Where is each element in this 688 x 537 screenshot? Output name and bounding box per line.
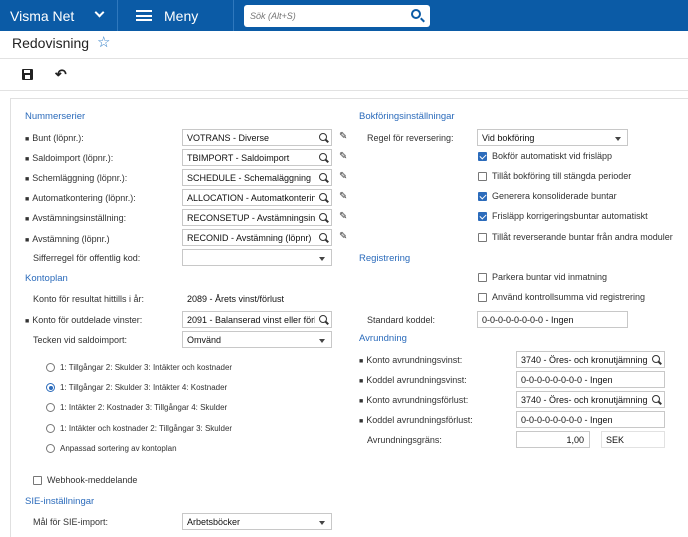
lookup-icon[interactable] [319, 315, 327, 323]
sifferregel-select[interactable] [182, 249, 332, 266]
chevron-down-icon [94, 7, 105, 18]
lookup-icon[interactable] [319, 173, 327, 181]
mal-sie-select[interactable]: Arbetsböcker [182, 513, 332, 530]
label-bunt: ■ Bunt (löpnr.): [25, 133, 84, 143]
section-kontoplan: Kontoplan [25, 273, 68, 284]
lookup-icon[interactable] [319, 233, 327, 241]
avstamningsinstallning-field[interactable]: RECONSETUP - Avstämningsinställning [182, 209, 332, 226]
avstamning-field[interactable]: RECONID - Avstämning (löpnr) [182, 229, 332, 246]
dropdown-arrow-icon [615, 137, 621, 141]
search-input[interactable] [250, 6, 400, 26]
reverserande-buntar-checkbox[interactable]: Tillåt reverserande buntar från andra mo… [478, 232, 673, 242]
automatkontering-field[interactable]: ALLOCATION - Automatkontering [182, 189, 332, 206]
tecken-select[interactable]: Omvänd [182, 331, 332, 348]
company-switcher[interactable]: Visma Net [0, 0, 118, 31]
hamburger-icon [136, 10, 152, 21]
webhook-checkbox[interactable]: Webhook-meddelande [33, 475, 137, 485]
label-koddel-avrundningsvinst: ■ Koddel avrundningsvinst: [359, 375, 467, 385]
top-bar: Visma Net Meny [0, 0, 688, 31]
konto-avrundningsvinst-field[interactable]: 3740 - Öres- och kronutjämning [516, 351, 665, 368]
edit-pencil-icon[interactable]: ✎ [339, 231, 347, 242]
label-regel-reversering: Regel för reversering: [367, 133, 454, 143]
sort-option-radio[interactable]: 1: Tillgångar 2: Skulder 3: Intäkter 4: … [46, 383, 227, 392]
favorite-star-icon[interactable]: ☆ [97, 33, 110, 51]
section-avrundning: Avrundning [359, 333, 407, 344]
label-konto-avrundningsvinst: ■ Konto avrundningsvinst: [359, 355, 463, 365]
sort-option-radio[interactable]: 1: Tillgångar 2: Skulder 3: Intäkter och… [46, 363, 232, 372]
konsoliderade-buntar-checkbox[interactable]: Generera konsoliderade buntar [478, 191, 617, 201]
section-bokforing: Bokföringsinställningar [359, 111, 455, 122]
save-icon[interactable] [22, 69, 33, 80]
divider [0, 58, 688, 59]
dropdown-arrow-icon [319, 339, 325, 343]
lookup-icon[interactable] [652, 355, 660, 363]
section-sie: SIE-inställningar [25, 496, 95, 507]
konto-avrundningsforlust-field[interactable]: 3740 - Öres- och kronutjämning [516, 391, 665, 408]
sort-option-radio[interactable]: 1: Intäkter och kostnader 2: Tillgångar … [46, 424, 232, 433]
label-koddel-avrundningsforlust: ■ Koddel avrundningsförlust: [359, 415, 473, 425]
menu-label: Meny [164, 7, 199, 24]
dropdown-arrow-icon [319, 257, 325, 261]
edit-pencil-icon[interactable]: ✎ [339, 171, 347, 182]
search-box [244, 5, 430, 27]
edit-pencil-icon[interactable]: ✎ [339, 131, 347, 142]
section-nummerserier: Nummerserier [25, 111, 86, 122]
section-registrering: Registrering [359, 253, 411, 264]
avrundningsgrans-field[interactable]: 1,00 [516, 431, 590, 448]
label-sifferregel: Sifferregel för offentlig kod: [33, 253, 141, 263]
menu-button[interactable]: Meny [124, 0, 234, 31]
undo-icon[interactable]: ↶ [55, 66, 67, 83]
label-avstamningsinstallning: ■ Avstämningsinställning: [25, 213, 127, 223]
resultat-konto-value: 2089 - Årets vinst/förlust [187, 294, 285, 304]
sort-option-radio[interactable]: Anpassad sortering av kontoplan [46, 444, 177, 453]
tillat-stangda-perioder-checkbox[interactable]: Tillåt bokföring till stängda perioder [478, 171, 631, 181]
label-outdelade-vinster: ■ Konto för outdelade vinster: [25, 315, 143, 325]
label-konto-avrundningsforlust: ■ Konto avrundningsförlust: [359, 395, 469, 405]
label-automatkontering: ■ Automatkontering (löpnr.): [25, 193, 136, 203]
divider [0, 90, 688, 91]
edit-pencil-icon[interactable]: ✎ [339, 191, 347, 202]
outdelade-vinster-field[interactable]: 2091 - Balanserad vinst eller förlust [182, 311, 332, 328]
lookup-icon[interactable] [319, 133, 327, 141]
koddel-avrundningsforlust-field[interactable]: 0-0-0-0-0-0-0-0 - Ingen [516, 411, 665, 428]
brand-label: Visma Net [10, 7, 75, 24]
edit-pencil-icon[interactable]: ✎ [339, 211, 347, 222]
bunt-field[interactable]: VOTRANS - Diverse [182, 129, 332, 146]
label-resultat-konto: Konto för resultat hittills i år: [33, 294, 145, 304]
regel-reversering-select[interactable]: Vid bokföring [477, 129, 628, 146]
parkera-buntar-checkbox[interactable]: Parkera buntar vid inmatning [478, 272, 607, 282]
bokfor-automatiskt-checkbox[interactable]: Bokför automatiskt vid frisläpp [478, 151, 612, 161]
dropdown-arrow-icon [319, 521, 325, 525]
sort-option-radio[interactable]: 1: Intäkter 2: Kostnader 3: Tillgångar 4… [46, 403, 227, 412]
label-avstamning: ■ Avstämning (löpnr.) [25, 234, 110, 244]
page-title: Redovisning [12, 35, 90, 51]
schemalaggning-field[interactable]: SCHEDULE - Schemaläggning [182, 169, 332, 186]
label-avrundningsgrans: Avrundningsgräns: [367, 435, 442, 445]
lookup-icon[interactable] [319, 153, 327, 161]
search-icon[interactable] [411, 9, 421, 19]
lookup-icon[interactable] [652, 395, 660, 403]
koddel-avrundningsvinst-field[interactable]: 0-0-0-0-0-0-0-0 - Ingen [516, 371, 665, 388]
label-tecken: Tecken vid saldoimport: [33, 335, 128, 345]
currency-field: SEK [601, 431, 665, 448]
kontrollsumma-checkbox[interactable]: Använd kontrollsumma vid registrering [478, 292, 645, 302]
saldoimport-field[interactable]: TBIMPORT - Saldoimport [182, 149, 332, 166]
korrigeringsbuntar-checkbox[interactable]: Frisläpp korrigeringsbuntar automatiskt [478, 211, 648, 221]
label-standard-koddel: Standard koddel: [367, 315, 436, 325]
label-mal-sie: Mål för SIE-import: [33, 517, 109, 527]
standard-koddel-field[interactable]: 0-0-0-0-0-0-0-0 - Ingen [477, 311, 628, 328]
label-schemalaggning: ■ Schemläggning (löpnr.): [25, 173, 128, 183]
edit-pencil-icon[interactable]: ✎ [339, 151, 347, 162]
label-saldoimport: ■ Saldoimport (löpnr.): [25, 153, 114, 163]
lookup-icon[interactable] [319, 193, 327, 201]
lookup-icon[interactable] [319, 213, 327, 221]
